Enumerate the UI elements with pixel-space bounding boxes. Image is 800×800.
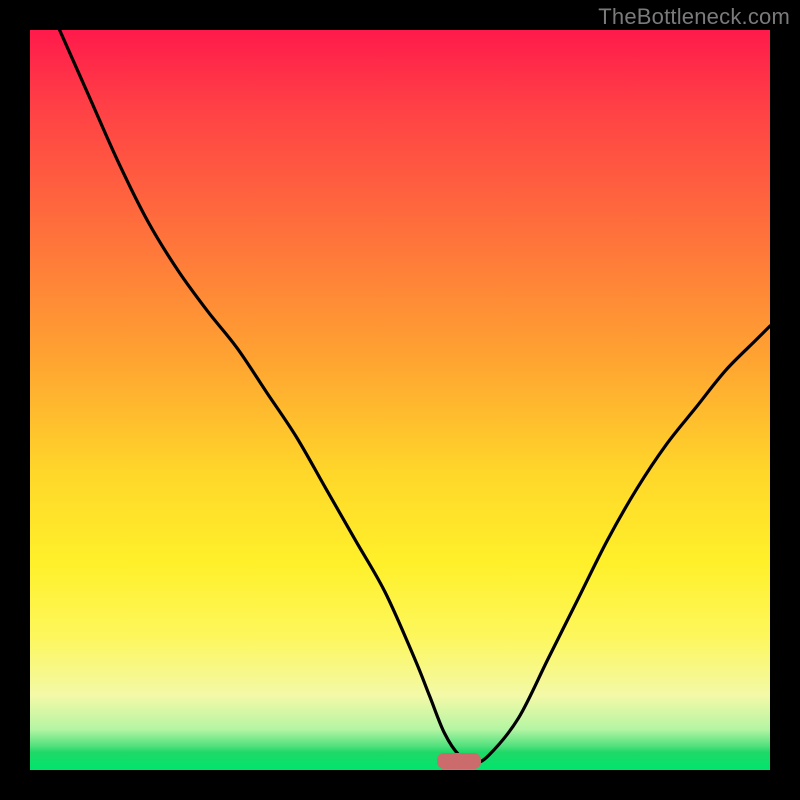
bottleneck-curve — [30, 30, 770, 770]
attribution-text: TheBottleneck.com — [598, 4, 790, 30]
plot-area — [30, 30, 770, 770]
chart-frame: TheBottleneck.com — [0, 0, 800, 800]
optimum-marker — [437, 753, 481, 769]
